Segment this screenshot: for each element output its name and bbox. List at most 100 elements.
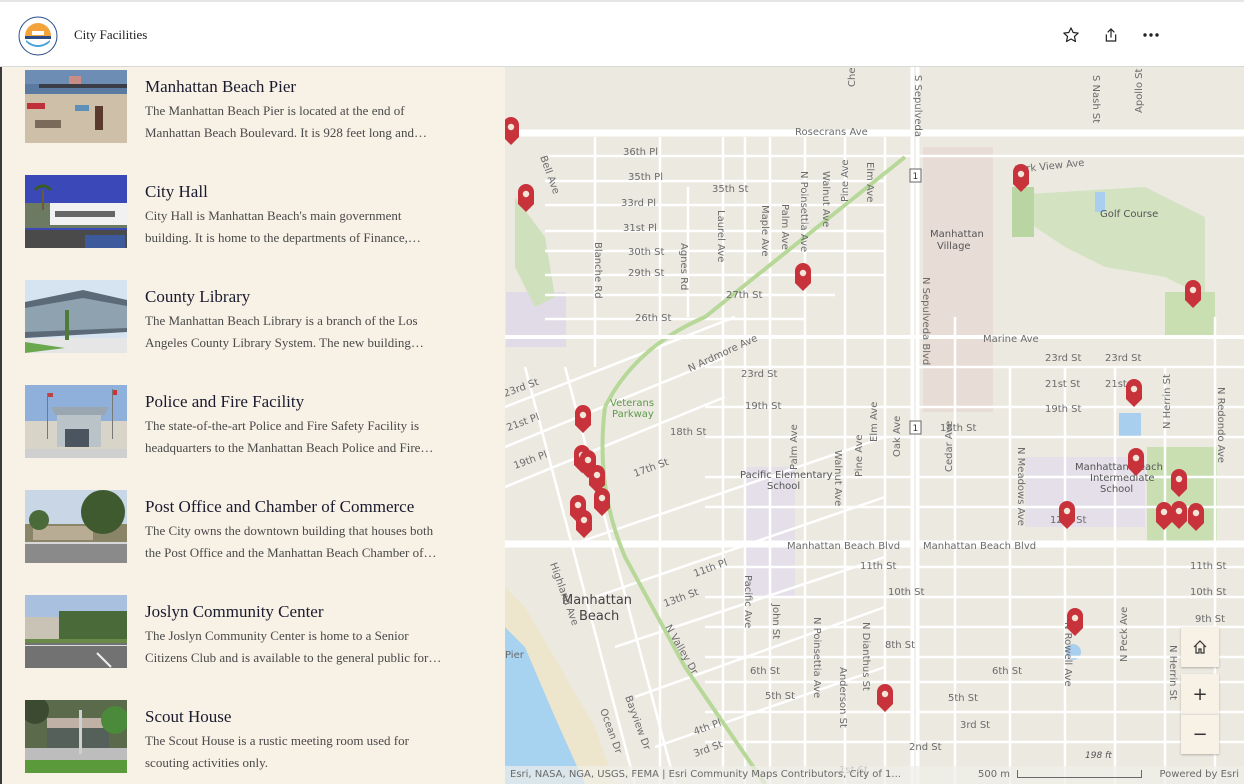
map-marker-icon[interactable] [576, 510, 592, 538]
app-header: City Facilities [0, 0, 1244, 67]
facility-description: The Joslyn Community Center is home to a… [145, 625, 485, 669]
label-street: N Meadows Ave [1015, 447, 1026, 526]
label-street: N Herrin St [1162, 374, 1173, 429]
label-street: 5th St [765, 691, 795, 702]
map-view[interactable]: Rosecrans Ave Park View Ave Golf Course … [505, 67, 1244, 784]
facility-thumbnail [25, 385, 127, 458]
route-1-shield: 1 [909, 420, 922, 435]
label-intermediate-school-3: School [1100, 484, 1133, 495]
facility-description: The state-of-the-art Police and Fire Saf… [145, 415, 485, 459]
label-manhattan-village: Manhattan [930, 229, 984, 240]
label-veterans-parkway-2: Parkway [612, 409, 654, 420]
more-options-icon [1143, 33, 1159, 37]
label-street: 19th St [1045, 404, 1082, 415]
label-street: 17th St [632, 457, 670, 480]
description-line: The Manhattan Beach Library is a branch … [145, 313, 418, 328]
share-icon [1105, 28, 1117, 42]
map-marker-icon[interactable] [1126, 379, 1142, 407]
label-street: John St [770, 603, 781, 639]
facility-thumbnail [25, 700, 127, 773]
description-line: The Scout House is a rustic meeting room… [145, 733, 409, 748]
label-marine-ave: Marine Ave [983, 334, 1039, 345]
city-seal-icon [18, 16, 58, 56]
facility-item-pier[interactable]: Manhattan Beach Pier The Manhattan Beach… [25, 70, 495, 150]
facility-item-library[interactable]: County Library The Manhattan Beach Libra… [25, 280, 495, 360]
golf-course-area [1012, 187, 1205, 297]
map-marker-icon[interactable] [505, 117, 519, 145]
star-icon [1063, 27, 1079, 43]
facility-title[interactable]: Manhattan Beach Pier [145, 77, 296, 97]
share-button[interactable] [1100, 24, 1122, 46]
facility-item-scout-house[interactable]: Scout House The Scout House is a rustic … [25, 700, 495, 780]
description-line: scouting activities only. [145, 755, 268, 770]
facility-title[interactable]: City Hall [145, 182, 208, 202]
facility-title[interactable]: County Library [145, 287, 250, 307]
label-street: N Dianthus St [860, 622, 871, 691]
label-street: N Poinsettia Ave [798, 171, 809, 252]
map-marker-icon[interactable] [594, 488, 610, 516]
facility-item-joslyn[interactable]: Joslyn Community Center The Joslyn Commu… [25, 595, 495, 675]
facility-list[interactable]: Manhattan Beach Pier The Manhattan Beach… [0, 67, 505, 784]
facility-title[interactable]: Joslyn Community Center [145, 602, 324, 622]
manhattan-village-area [923, 147, 993, 412]
label-street: 31st Pl [623, 223, 657, 234]
label-street: N Valley Dr [662, 623, 700, 677]
description-line: The City owns the downtown building that… [145, 523, 434, 538]
label-street: Elm Ave [864, 162, 875, 202]
home-icon [1193, 640, 1207, 654]
powered-by-esri[interactable]: Powered by Esri [1159, 766, 1239, 784]
label-veterans-parkway: Veterans [610, 398, 654, 409]
city-logo[interactable] [18, 16, 58, 56]
label-street: 35th St [712, 184, 749, 195]
facility-description: The Manhattan Beach Pier is located at t… [145, 100, 485, 144]
facility-item-post-office[interactable]: Post Office and Chamber of Commerce The … [25, 490, 495, 570]
facility-description: The City owns the downtown building that… [145, 520, 485, 564]
facility-description: The Manhattan Beach Library is a branch … [145, 310, 485, 354]
zoom-in-button[interactable]: + [1181, 674, 1219, 714]
description-line: The Manhattan Beach Pier is located at t… [145, 103, 405, 118]
label-street: 18th St [670, 427, 707, 438]
label-street: 33rd Pl [621, 198, 656, 209]
label-mb-blvd-2: Manhattan Beach Blvd [923, 541, 1036, 552]
map-marker-icon[interactable] [575, 405, 591, 433]
map-attribution-bar: Esri, NASA, NGA, USGS, FEMA | Esri Commu… [505, 766, 1244, 784]
facility-thumbnail [25, 595, 127, 668]
label-street: Laurel Ave [715, 210, 726, 262]
label-street: N Poinsettia Ave [811, 617, 822, 698]
label-street: Pine Ave [854, 434, 865, 477]
label-street: 10th St [888, 587, 925, 598]
label-street: 26th St [635, 313, 672, 324]
attribution-text[interactable]: Esri, NASA, NGA, USGS, FEMA | Esri Commu… [510, 766, 901, 784]
label-street: Walnut Ave [820, 171, 831, 227]
description-line: Citizens Club and is available to the ge… [145, 650, 442, 665]
label-intermediate-school: Manhattan Beach [1075, 462, 1163, 473]
label-mb-blvd: Manhattan Beach Blvd [787, 541, 900, 552]
label-pacific-school: Pacific Elementary [740, 470, 833, 481]
label-pacific-school-2: School [767, 481, 800, 492]
label-street: 2nd St [909, 742, 942, 753]
label-street: 3rd St [960, 720, 990, 731]
map-marker-icon[interactable] [795, 263, 811, 291]
label-street: N Peck Ave [1119, 607, 1130, 662]
label-street: 23rd St [1045, 353, 1082, 364]
label-street: Pacific Ave [742, 575, 753, 628]
description-line: The state-of-the-art Police and Fire Saf… [145, 418, 419, 433]
more-options-button[interactable] [1140, 24, 1162, 46]
facility-item-police-fire[interactable]: Police and Fire Facility The state-of-th… [25, 385, 495, 465]
label-street: Maple Ave [759, 205, 770, 257]
facility-item-city-hall[interactable]: City Hall City Hall is Manhattan Beach's… [25, 175, 495, 255]
description-line: Manhattan Beach Boulevard. It is 928 fee… [145, 125, 427, 140]
label-street: 36th Pl [623, 147, 658, 158]
label-street: S Nash St [1090, 75, 1101, 123]
label-street: 5th St [948, 693, 978, 704]
description-line: The Joslyn Community Center is home to a… [145, 628, 409, 643]
home-button[interactable] [1181, 627, 1219, 667]
facility-title[interactable]: Post Office and Chamber of Commerce [145, 497, 414, 517]
label-street: 9th St [1195, 614, 1225, 625]
label-street: 35th Pl [628, 172, 663, 183]
facility-title[interactable]: Scout House [145, 707, 231, 727]
facility-title[interactable]: Police and Fire Facility [145, 392, 304, 412]
zoom-out-button[interactable]: − [1181, 714, 1219, 754]
map-marker-icon[interactable] [877, 684, 893, 712]
favorite-button[interactable] [1060, 24, 1082, 46]
